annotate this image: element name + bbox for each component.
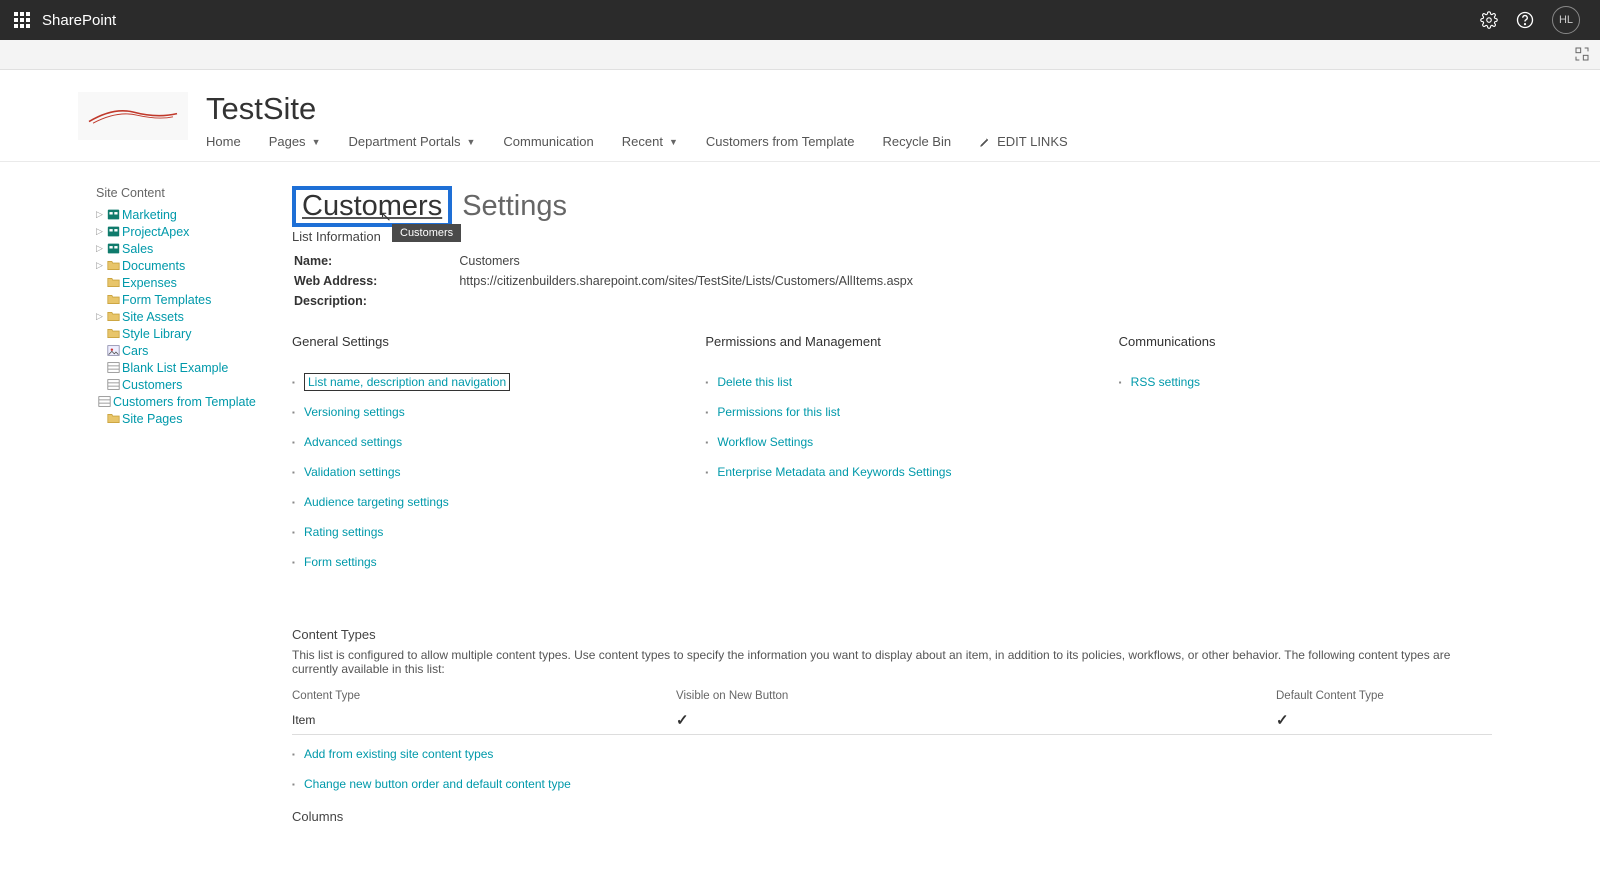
nav-home[interactable]: Home xyxy=(206,134,241,149)
title-settings-text: Settings xyxy=(462,190,567,223)
add-content-type-link[interactable]: Add from existing site content types xyxy=(304,747,493,761)
tree-item[interactable]: ▷Marketing xyxy=(96,206,254,223)
pencil-icon xyxy=(979,136,991,148)
list-title-link[interactable]: Customers xyxy=(302,190,442,222)
settings-link[interactable]: Audience targeting settings xyxy=(304,495,449,509)
list-icon xyxy=(98,395,111,409)
settings-link[interactable]: Versioning settings xyxy=(304,405,405,419)
content-types-table: Content Type Visible on New Button Defau… xyxy=(292,690,1492,735)
highlight-annotation: Customers xyxy=(292,186,452,227)
tree-item[interactable]: ▷ProjectApex xyxy=(96,223,254,240)
site-logo[interactable] xyxy=(78,92,188,140)
settings-icon[interactable] xyxy=(1480,11,1498,29)
piclib-icon xyxy=(106,344,120,358)
info-name-value: Customers xyxy=(459,252,913,270)
tree-item[interactable]: Customers xyxy=(96,376,254,393)
top-nav: Home Pages▼ Department Portals▼ Communic… xyxy=(206,134,1540,149)
nav-communication[interactable]: Communication xyxy=(503,134,593,149)
chevron-down-icon: ▼ xyxy=(312,137,321,147)
chevron-down-icon: ▼ xyxy=(466,137,475,147)
check-icon: ✓ xyxy=(1276,712,1289,729)
chevron-down-icon: ▼ xyxy=(669,137,678,147)
permissions-group: Permissions and Management Delete this l… xyxy=(705,334,1078,585)
settings-link[interactable]: Workflow Settings xyxy=(717,435,813,449)
edit-links-button[interactable]: EDIT LINKS xyxy=(979,134,1068,149)
settings-link[interactable]: Enterprise Metadata and Keywords Setting… xyxy=(717,465,951,479)
content-types-section: Content Types This list is configured to… xyxy=(292,627,1492,824)
settings-link[interactable]: Permissions for this list xyxy=(717,405,840,419)
general-settings-group: General Settings List name, description … xyxy=(292,334,665,585)
settings-link[interactable]: Delete this list xyxy=(717,375,792,389)
change-button-order-link[interactable]: Change new button order and default cont… xyxy=(304,777,571,791)
site-icon xyxy=(106,225,120,239)
focus-content-icon[interactable] xyxy=(1574,46,1590,62)
lib-icon xyxy=(106,276,120,290)
lib-icon xyxy=(106,412,120,426)
list-info-table: Name:Customers Web Address:https://citiz… xyxy=(292,250,915,312)
tree-item[interactable]: Expenses xyxy=(96,274,254,291)
suite-bar: SharePoint HL xyxy=(0,0,1600,40)
help-icon[interactable] xyxy=(1516,11,1534,29)
tree-item[interactable]: Form Templates xyxy=(96,291,254,308)
site-header: TestSite Home Pages▼ Department Portals▼… xyxy=(0,70,1600,162)
tree-item[interactable]: ▷Sales xyxy=(96,240,254,257)
tree-item[interactable]: Site Pages xyxy=(96,410,254,427)
content-type-row: Item ✓ ✓ xyxy=(292,706,1492,735)
suite-app-name[interactable]: SharePoint xyxy=(42,12,116,29)
nav-pages[interactable]: Pages▼ xyxy=(269,134,321,149)
page-title: Customers Settings ↖ Customers xyxy=(292,186,1492,227)
info-web-address: https://citizenbuilders.sharepoint.com/s… xyxy=(459,272,913,290)
tree-item[interactable]: Blank List Example xyxy=(96,359,254,376)
tree-item[interactable]: ▷Site Assets xyxy=(96,308,254,325)
lib-icon xyxy=(106,310,120,324)
lib-icon xyxy=(106,327,120,341)
nav-department-portals[interactable]: Department Portals▼ xyxy=(348,134,475,149)
user-avatar[interactable]: HL xyxy=(1552,6,1580,34)
nav-customers-template[interactable]: Customers from Template xyxy=(706,134,855,149)
settings-link[interactable]: Form settings xyxy=(304,555,377,569)
app-launcher-icon[interactable] xyxy=(14,12,30,28)
communications-group: Communications RSS settings xyxy=(1119,334,1492,585)
main-content: Customers Settings ↖ Customers List Info… xyxy=(292,186,1492,830)
site-icon xyxy=(106,242,120,256)
settings-link[interactable]: List name, description and navigation xyxy=(304,373,510,391)
tree-item[interactable]: Style Library xyxy=(96,325,254,342)
ribbon-area xyxy=(0,40,1600,70)
site-title[interactable]: TestSite xyxy=(206,92,1540,126)
tree-item[interactable]: Cars xyxy=(96,342,254,359)
content-type-link[interactable]: Item xyxy=(292,713,315,727)
list-info-header: List Information xyxy=(292,229,1492,244)
info-description xyxy=(459,292,913,310)
list-icon xyxy=(106,378,120,392)
left-nav-header: Site Content xyxy=(96,186,254,200)
settings-link[interactable]: Advanced settings xyxy=(304,435,402,449)
check-icon: ✓ xyxy=(676,712,689,729)
lib-icon xyxy=(106,259,120,273)
tree-item[interactable]: ▷Documents xyxy=(96,257,254,274)
settings-link[interactable]: Rating settings xyxy=(304,525,383,539)
site-icon xyxy=(106,208,120,222)
settings-link[interactable]: Validation settings xyxy=(304,465,401,479)
list-icon xyxy=(106,361,120,375)
lib-icon xyxy=(106,293,120,307)
left-nav: Site Content ▷Marketing▷ProjectApex▷Sale… xyxy=(96,186,254,830)
nav-recycle-bin[interactable]: Recycle Bin xyxy=(882,134,951,149)
columns-header: Columns xyxy=(292,809,1492,824)
tree-item[interactable]: Customers from Template xyxy=(96,393,254,410)
tooltip: Customers xyxy=(392,224,461,242)
nav-recent[interactable]: Recent▼ xyxy=(622,134,678,149)
settings-link[interactable]: RSS settings xyxy=(1131,375,1200,389)
